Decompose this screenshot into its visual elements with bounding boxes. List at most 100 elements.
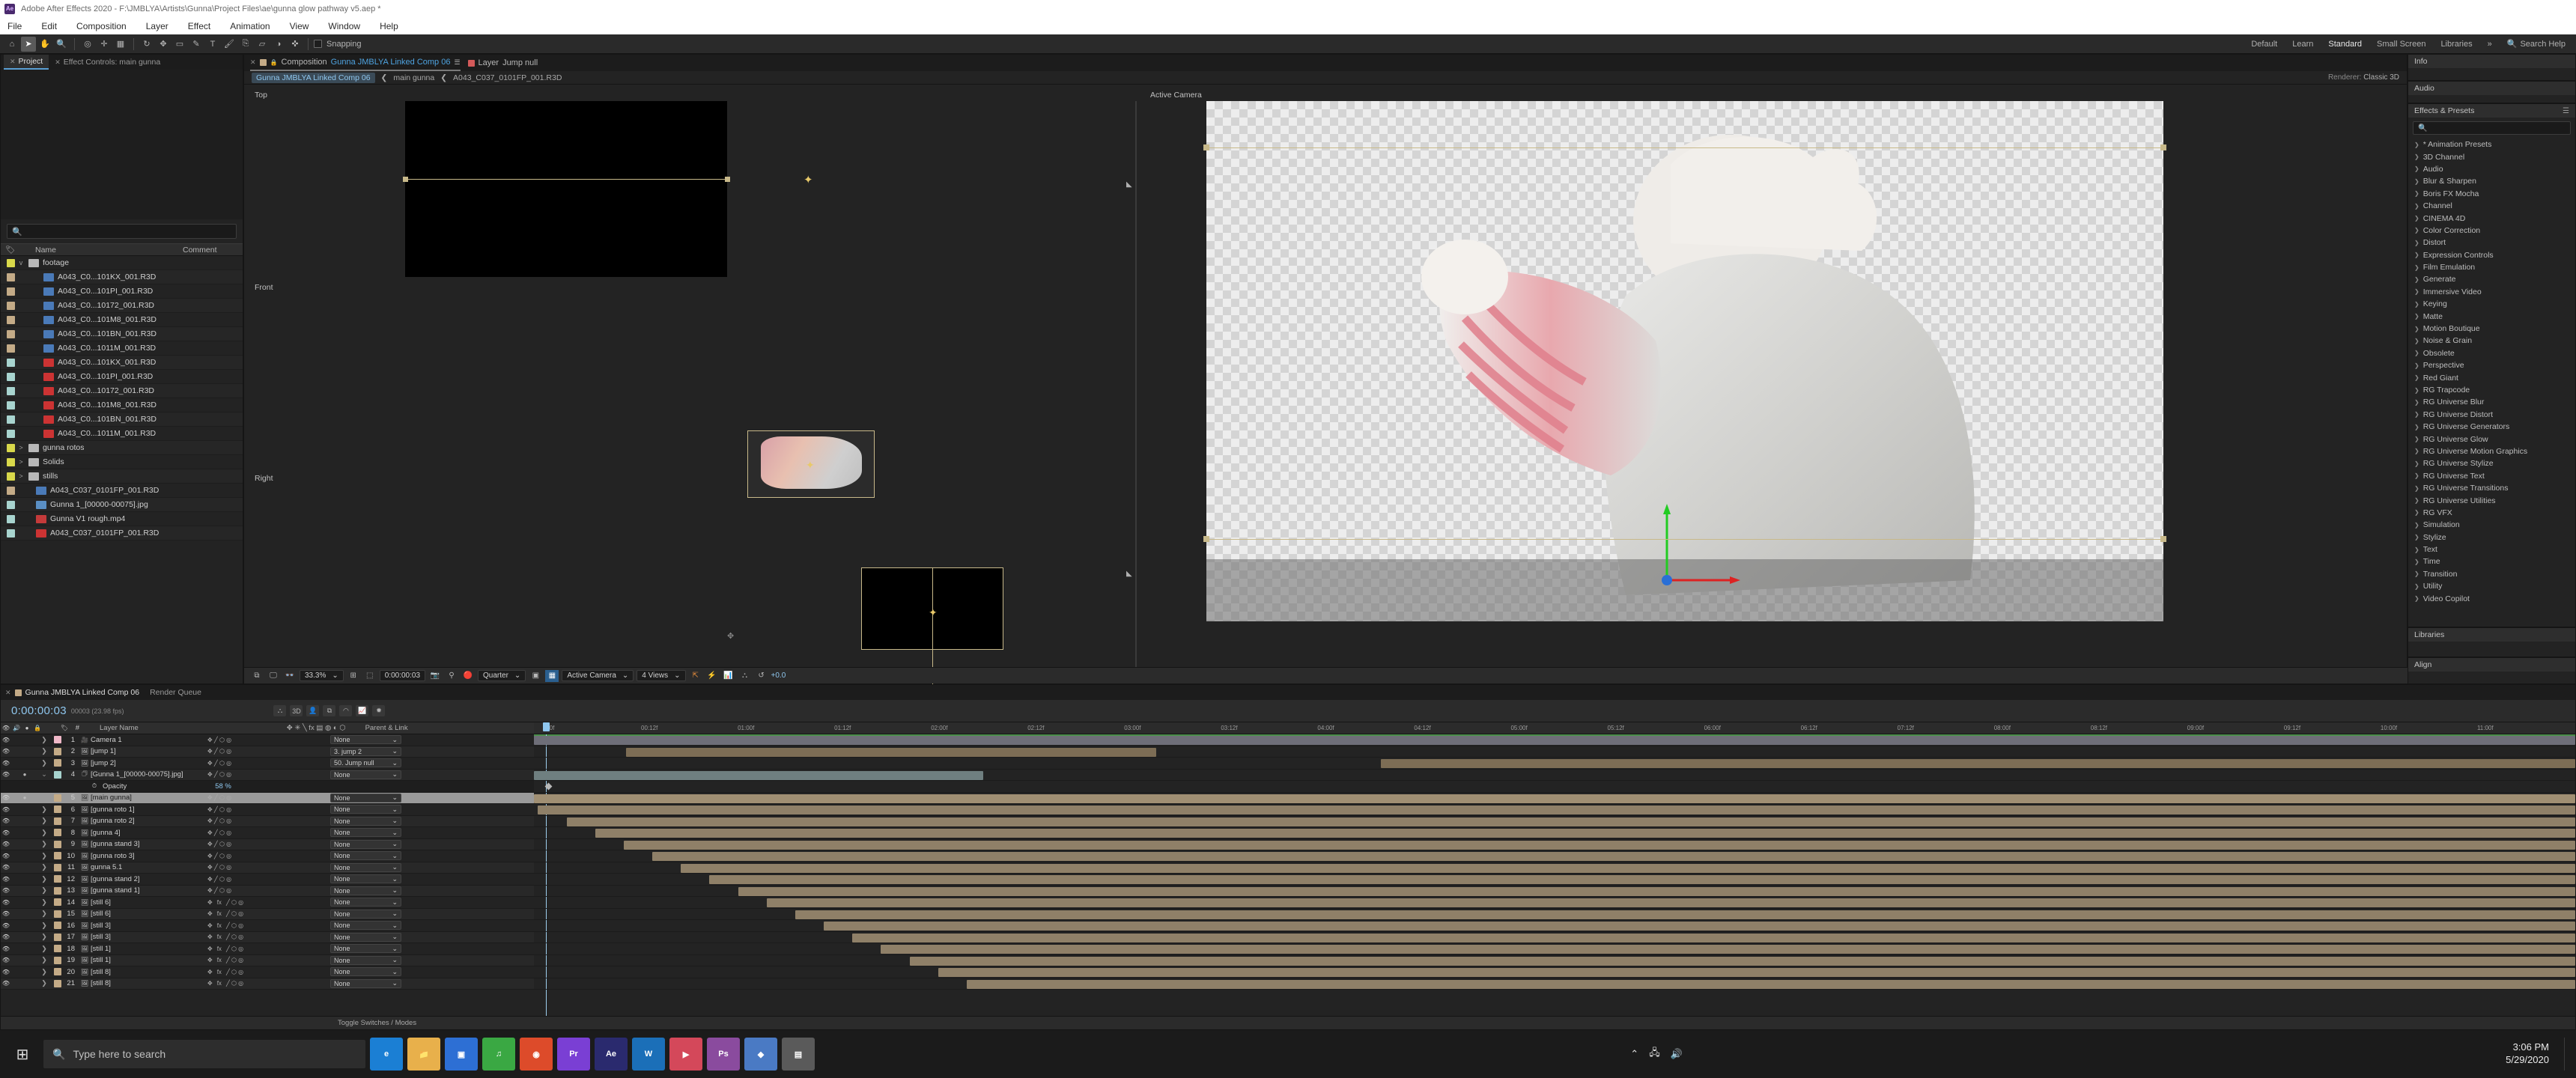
project-item-row[interactable]: A043_C0...101BN_001.R3D [1, 412, 243, 427]
layer-parent-select[interactable]: 3. jump 2 ⌄ [330, 747, 401, 756]
label-color-swatch[interactable] [7, 458, 15, 466]
layer-parent-select[interactable]: None ⌄ [330, 874, 401, 883]
taskbar-app-spotify-icon[interactable]: ♫ [482, 1038, 515, 1071]
video-toggle-icon[interactable]: 👁 [1, 887, 11, 894]
chevron-right-icon-fx[interactable]: ❯ [2414, 264, 2419, 271]
effect-category-row[interactable]: ❯RG Universe Text [2408, 470, 2575, 482]
layer-switches[interactable]: ✥ ╱ ⬡ ◎ [203, 829, 330, 836]
timeline-layer-row[interactable]: 👁●⌄4🗇[Gunna 1_[00000-00075].jpg]✥ ╱ ⬡ ◎N… [1, 770, 534, 782]
layer-duration-bar[interactable] [795, 910, 2575, 919]
layer-label-swatch[interactable] [54, 945, 61, 952]
comp-mini-flowchart-icon[interactable]: ⛬ [273, 705, 286, 716]
effect-category-row[interactable]: ❯Video Copilot [2408, 592, 2575, 604]
solo-toggle-icon[interactable]: ● [20, 771, 29, 778]
timeline-layer-row[interactable]: 👁❯10🖼[gunna roto 3]✥ ╱ ⬡ ◎None ⌄ [1, 850, 534, 862]
effect-category-row[interactable]: ❯Perspective [2408, 359, 2575, 371]
label-color-swatch[interactable] [7, 430, 15, 438]
menu-item-file[interactable]: File [7, 21, 22, 31]
effect-category-row[interactable]: ❯Film Emulation [2408, 261, 2575, 273]
chevron-right-icon-fx[interactable]: ❯ [2414, 534, 2419, 540]
timeline-track-row[interactable] [534, 978, 2575, 990]
3d-glasses-icon[interactable]: 👓 [283, 670, 297, 682]
menu-bar[interactable]: FileEditCompositionLayerEffectAnimationV… [0, 18, 2576, 34]
layer-name[interactable]: [still 3] [91, 922, 203, 930]
label-color-swatch[interactable] [7, 501, 15, 509]
effect-category-row[interactable]: ❯* Animation Presets [2408, 138, 2575, 150]
brush-tool-icon[interactable]: 🖌 [222, 37, 237, 52]
effect-category-row[interactable]: ❯Generate [2408, 273, 2575, 285]
tray-expand-icon[interactable]: ⌃ [1630, 1048, 1638, 1060]
layer-duration-bar[interactable] [567, 817, 2575, 826]
comp-handle-br[interactable] [2160, 536, 2166, 542]
project-item-row[interactable]: A043_C0...101KX_001.R3D [1, 356, 243, 370]
project-item-row[interactable]: Gunna V1 rough.mp4 [1, 512, 243, 526]
type-tool-icon[interactable]: T [205, 37, 220, 52]
fx-badge-icon[interactable]: fx [217, 945, 222, 952]
timeline-layer-row[interactable]: 👁❯21🖼[still 8]✥ fx ╱ ⬡ ◎None ⌄ [1, 978, 534, 990]
effect-category-row[interactable]: ❯Color Correction [2408, 225, 2575, 237]
label-color-swatch[interactable] [7, 273, 15, 281]
front-view-anchor-icon[interactable]: ✦ [806, 459, 815, 472]
layer-switches[interactable]: ✥ fx ╱ ⬡ ◎ [203, 922, 330, 929]
roto-brush-tool-icon[interactable]: ◑ [271, 37, 286, 52]
layer-duration-bar[interactable] [624, 841, 2575, 850]
transparency-grid-icon[interactable]: ▦ [545, 670, 559, 682]
timeline-tracks[interactable] [534, 734, 2575, 1016]
timeline-layer-row[interactable]: 👁❯7🖼[gunna roto 2]✥ ╱ ⬡ ◎None ⌄ [1, 816, 534, 828]
chevron-right-icon-fx[interactable]: ❯ [2414, 387, 2419, 394]
effect-category-row[interactable]: ❯Blur & Sharpen [2408, 175, 2575, 187]
workspace-tab-default[interactable]: Default [2251, 40, 2277, 49]
chevron-right-icon-fx[interactable]: ❯ [2414, 460, 2419, 467]
layer-switches[interactable]: ✥ ╱ ⬡ ◎ [203, 771, 330, 778]
workspace-tab-learn[interactable]: Learn [2292, 40, 2313, 49]
taskbar-app-folder2-icon[interactable]: ▤ [782, 1038, 815, 1071]
layer-parent-select[interactable]: None ⌄ [330, 828, 401, 837]
label-color-swatch[interactable] [7, 344, 15, 353]
windows-taskbar[interactable]: ⊞ 🔍 Type here to search e 📁 ▣ ♫ ◉ Pr Ae … [0, 1030, 2576, 1078]
project-item-row[interactable]: A043_C0...101KX_001.R3D [1, 270, 243, 284]
timeline-layer-row[interactable]: 👁❯6🖼[gunna roto 1]✥ ╱ ⬡ ◎None ⌄ [1, 804, 534, 816]
layer-switches[interactable]: ✥ ╱ ⬡ ◎ [203, 806, 330, 813]
label-color-swatch[interactable] [7, 515, 15, 523]
project-item-row[interactable]: >stills [1, 469, 243, 484]
project-item-row[interactable]: A043_C0...101PI_001.R3D [1, 284, 243, 299]
chevron-right-icon-fx[interactable]: ❯ [2414, 252, 2419, 258]
timeline-track-row[interactable] [534, 850, 2575, 862]
timeline-track-row[interactable] [534, 886, 2575, 898]
name-column-header[interactable]: Name [35, 246, 183, 255]
timeline-layer-rows[interactable]: 👁❯1🎥Camera 1✥ ╱ ⬡ ◎None ⌄👁❯2🖼[jump 1]✥ ╱… [1, 734, 534, 990]
layer-name[interactable]: [gunna roto 3] [91, 852, 203, 860]
taskbar-app-word-icon[interactable]: W [632, 1038, 665, 1071]
video-toggle-icon[interactable]: 👁 [1, 853, 11, 859]
layer-twirl-icon[interactable]: ❯ [38, 794, 50, 802]
effect-category-row[interactable]: ❯Immersive Video [2408, 286, 2575, 298]
layer-twirl-icon[interactable]: ❯ [38, 863, 50, 871]
effect-category-row[interactable]: ❯RG Trapcode [2408, 384, 2575, 396]
layer-twirl-icon[interactable]: ❯ [38, 910, 50, 918]
orbit-tool-icon[interactable]: ◎ [80, 37, 95, 52]
renderer-info[interactable]: Renderer: Classic 3D [2328, 73, 2407, 82]
home-icon[interactable]: ⌂ [4, 37, 19, 52]
effect-category-row[interactable]: ❯Boris FX Mocha [2408, 188, 2575, 200]
video-toggle-icon[interactable]: 👁 [1, 876, 11, 883]
close-icon[interactable]: ✕ [10, 58, 16, 66]
layer-label-swatch[interactable] [54, 910, 61, 918]
layer-twirl-icon[interactable]: ⌄ [38, 770, 50, 779]
taskbar-app-premiere-icon[interactable]: Pr [557, 1038, 590, 1071]
viewer-tab-bar[interactable]: ✕🔒CompositionGunna JMBLYA Linked Comp 06… [244, 55, 2407, 71]
layer-parent-select[interactable]: None ⌄ [330, 851, 401, 860]
video-toggle-icon[interactable]: 👁 [1, 980, 11, 987]
workspace-overflow-icon[interactable]: » [2488, 40, 2492, 49]
layer-twirl-icon[interactable]: ❯ [38, 840, 50, 848]
layer-twirl-icon[interactable]: ❯ [38, 736, 50, 744]
main-view-icon[interactable]: 🖵 [267, 670, 280, 682]
layer-duration-bar[interactable] [738, 887, 2575, 896]
effect-category-row[interactable]: ❯Distort [2408, 237, 2575, 249]
video-toggle-icon[interactable]: 👁 [1, 760, 11, 767]
effect-category-row[interactable]: ❯Stylize [2408, 532, 2575, 543]
layer-duration-bar[interactable] [534, 794, 2575, 803]
effect-category-row[interactable]: ❯Obsolete [2408, 347, 2575, 359]
label-color-swatch[interactable] [7, 487, 15, 495]
timeline-header[interactable]: 0:00:00:03 00003 (23.98 fps) ⛬ 3D 👤 ⧉ ◠ … [1, 700, 2575, 722]
layer-label-swatch[interactable] [54, 898, 61, 906]
